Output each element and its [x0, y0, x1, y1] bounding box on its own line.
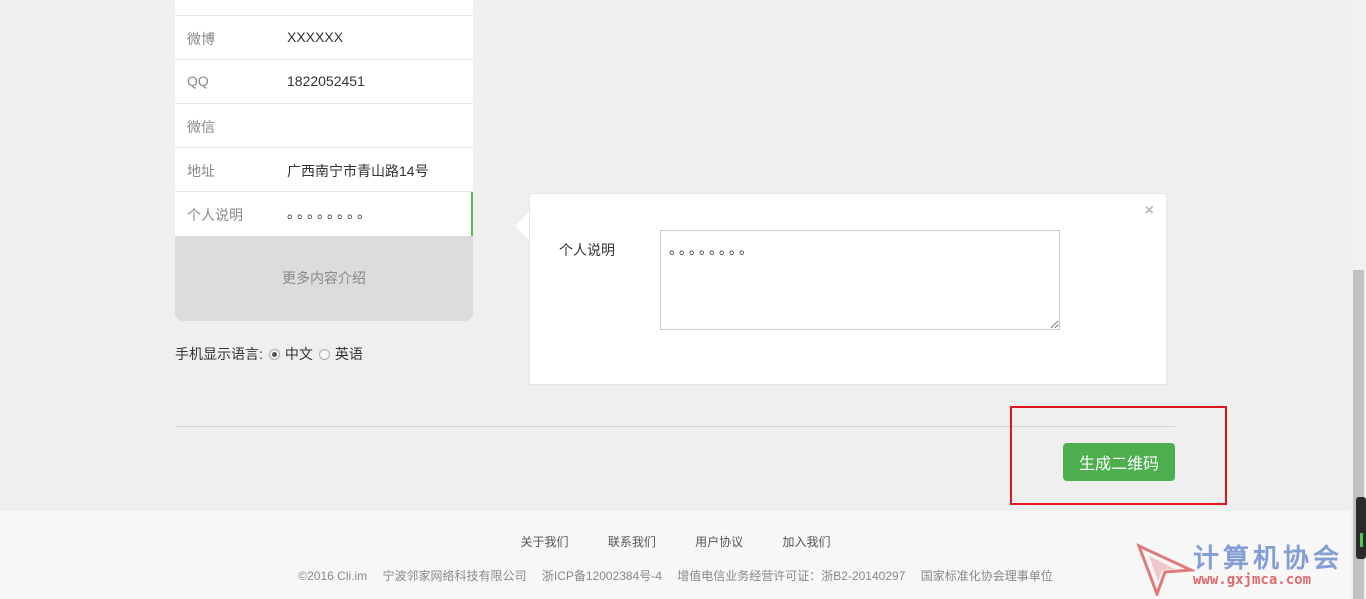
form-row-address[interactable]: 地址 广西南宁市青山路14号 [175, 148, 473, 192]
radio-english[interactable] [318, 348, 330, 360]
footer-company: 宁波邻家网络科技有限公司 [382, 569, 527, 583]
highlight-box [1010, 406, 1227, 505]
footer-link-about[interactable]: 关于我们 [520, 535, 568, 549]
personal-note-textarea[interactable] [660, 230, 1060, 330]
more-content-button[interactable]: 更多内容介绍 [175, 236, 473, 321]
form-label: 地址 [187, 163, 215, 179]
form-row-personal-note[interactable]: 个人说明 。。。。。。。。 [175, 192, 473, 236]
language-option-chinese[interactable]: 中文 [285, 344, 313, 364]
watermark-url: www.gxjmca.com [1193, 572, 1312, 588]
main-area: 微博 XXXXXX QQ 1822052451 微信 地址 广西南宁市青山路14… [0, 0, 1351, 511]
form-value: 广西南宁市青山路14号 [287, 163, 429, 179]
form-row-weibo[interactable]: 微博 XXXXXX [175, 16, 473, 60]
form-row-wechat[interactable]: 微信 [175, 104, 473, 148]
personal-note-popover: × 个人说明 [529, 193, 1167, 385]
footer-link-contact[interactable]: 联系我们 [608, 535, 656, 549]
contact-form-list: 微博 XXXXXX QQ 1822052451 微信 地址 广西南宁市青山路14… [175, 0, 473, 236]
form-value: 1822052451 [287, 73, 365, 89]
watermark: 计算机协会 www.gxjmca.com [1135, 536, 1350, 596]
watermark-logo-icon [1136, 543, 1195, 596]
footer-copyright: ©2016 Cli.im [298, 569, 368, 583]
form-row-stub [175, 0, 473, 16]
form-value: XXXXXX [287, 29, 344, 45]
radio-chinese[interactable] [268, 348, 280, 360]
form-label: 微信 [187, 119, 215, 135]
form-label: 个人说明 [187, 207, 243, 223]
watermark-title: 计算机协会 [1193, 544, 1344, 574]
close-icon[interactable]: × [1145, 202, 1154, 220]
popover-arrow [515, 212, 529, 240]
language-label: 手机显示语言: [175, 346, 263, 362]
footer-link-join[interactable]: 加入我们 [783, 535, 831, 549]
side-widget[interactable] [1356, 497, 1366, 559]
language-option-english[interactable]: 英语 [335, 344, 363, 364]
form-label: 微博 [187, 31, 215, 47]
footer-association: 国家标准化协会理事单位 [920, 569, 1053, 583]
footer-license: 增值电信业务经营许可证：浙B2-20140297 [677, 569, 906, 583]
form-value: 。。。。。。。。 [287, 205, 374, 221]
language-selector: 手机显示语言: 中文 英语 [175, 344, 363, 364]
form-label: QQ [187, 73, 209, 89]
popover-label: 个人说明 [559, 242, 615, 258]
footer-icp: 浙ICP备12002384号-4 [541, 569, 662, 583]
form-row-qq[interactable]: QQ 1822052451 [175, 60, 473, 104]
footer-link-agreement[interactable]: 用户协议 [695, 535, 743, 549]
